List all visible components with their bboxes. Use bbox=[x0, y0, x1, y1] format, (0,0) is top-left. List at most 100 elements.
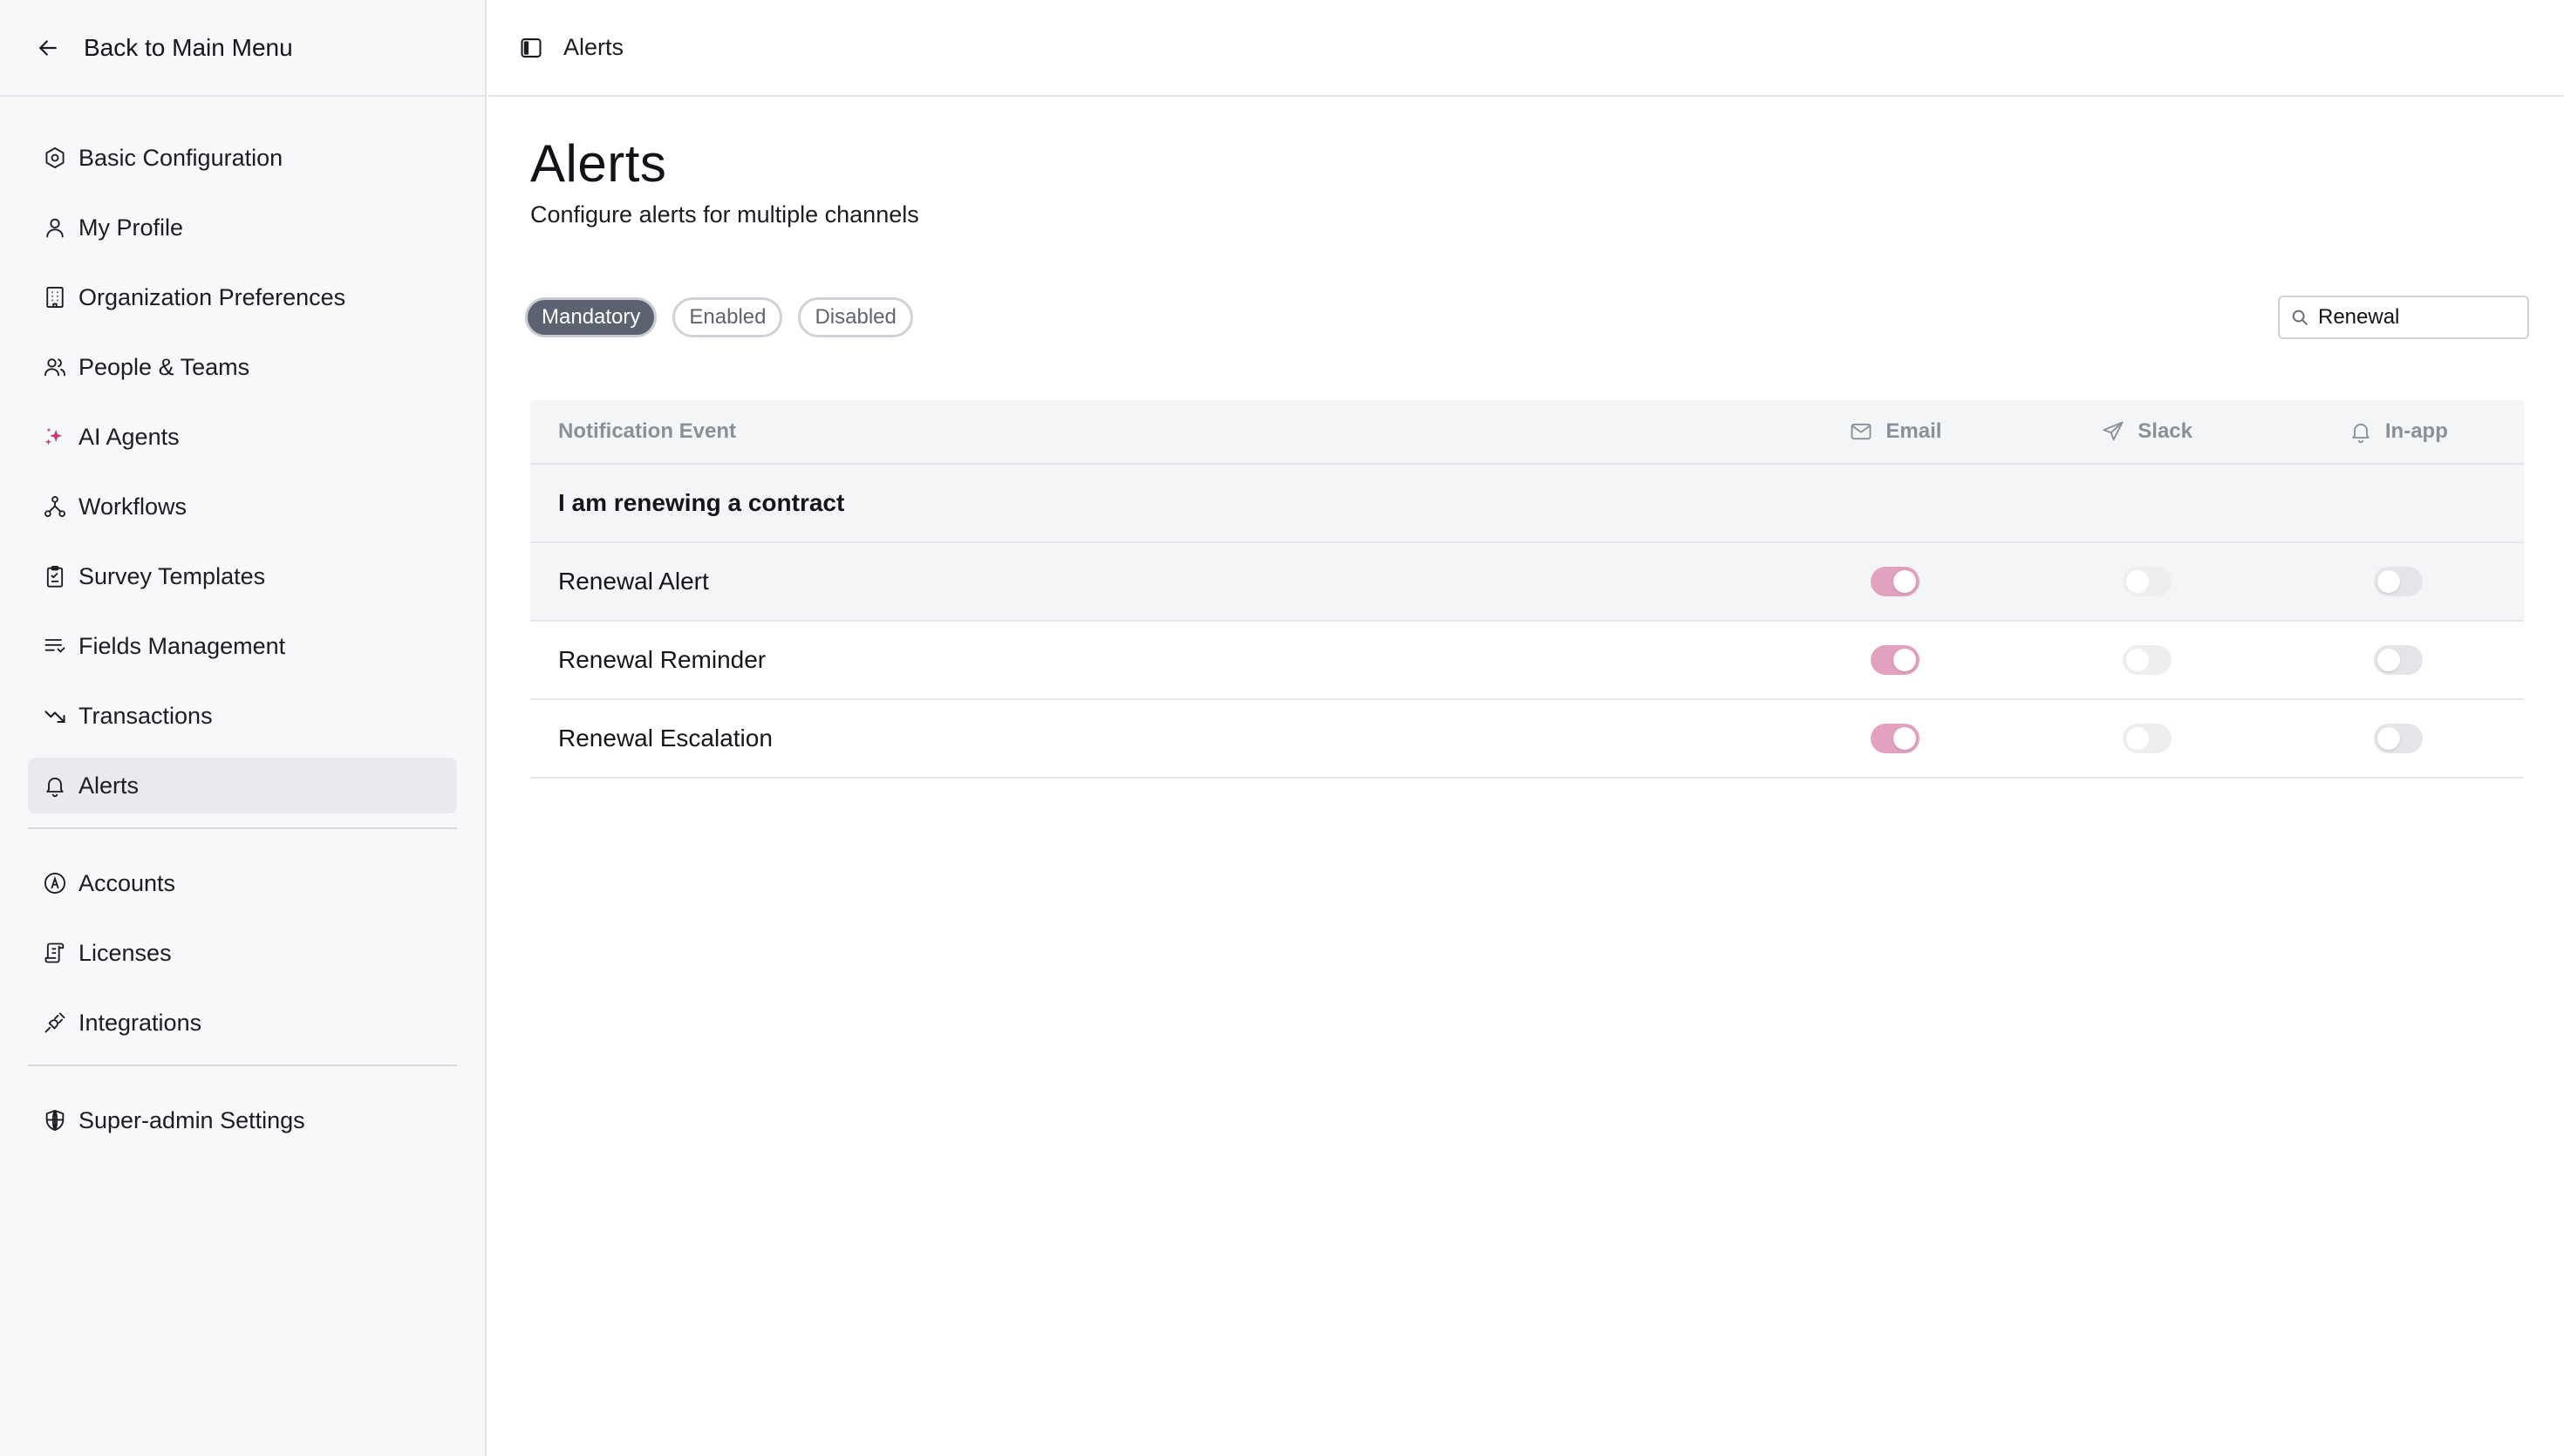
nav-group-admin: Super-admin Settings bbox=[28, 1066, 457, 1148]
sidebar: Back to Main Menu Basic Configuration My… bbox=[0, 0, 487, 1456]
toggle-knob bbox=[1893, 649, 1917, 671]
slack-toggle[interactable] bbox=[2122, 724, 2172, 753]
user-icon bbox=[42, 214, 68, 241]
sidebar-item-my-profile[interactable]: My Profile bbox=[28, 200, 457, 255]
toggle-knob bbox=[2376, 649, 2400, 671]
sidebar-item-organization-preferences[interactable]: Organization Preferences bbox=[28, 269, 457, 325]
column-header-slack: Slack bbox=[2022, 419, 2273, 444]
search-input[interactable] bbox=[2318, 305, 2527, 330]
sidebar-toggle-button[interactable] bbox=[516, 33, 546, 63]
table-row: Renewal Escalation bbox=[530, 700, 2524, 779]
filter-chip-disabled[interactable]: Disabled bbox=[798, 297, 913, 337]
sidebar-item-survey-templates[interactable]: Survey Templates bbox=[28, 548, 457, 604]
column-header-label: In-app bbox=[2384, 419, 2448, 443]
clipboard-icon bbox=[42, 563, 68, 589]
license-scroll-icon bbox=[42, 940, 68, 966]
toggle-knob bbox=[2376, 570, 2400, 593]
slack-cell bbox=[2022, 567, 2273, 596]
inapp-toggle[interactable] bbox=[2373, 567, 2423, 596]
circle-a-icon bbox=[42, 870, 68, 896]
email-cell bbox=[1770, 724, 2021, 753]
toggle-knob bbox=[2125, 649, 2149, 671]
event-name: Renewal Alert bbox=[558, 568, 709, 595]
column-header-event: Notification Event bbox=[558, 419, 737, 443]
bell-icon bbox=[42, 772, 68, 799]
users-icon bbox=[42, 354, 68, 380]
sidebar-item-label: People & Teams bbox=[78, 353, 250, 380]
sidebar-item-label: Survey Templates bbox=[78, 562, 266, 589]
sidebar-item-super-admin-settings[interactable]: Super-admin Settings bbox=[28, 1092, 457, 1148]
inapp-cell bbox=[2273, 567, 2524, 596]
email-cell bbox=[1770, 567, 2021, 596]
inapp-cell bbox=[2273, 724, 2524, 753]
sidebar-item-accounts[interactable]: Accounts bbox=[28, 855, 457, 911]
sidebar-item-label: AI Agents bbox=[78, 423, 180, 450]
toggle-knob bbox=[2125, 570, 2149, 593]
nav-group-account: Accounts Licenses Integrations bbox=[28, 829, 457, 1051]
sidebar-item-label: My Profile bbox=[78, 214, 184, 241]
building-icon bbox=[42, 284, 68, 310]
filter-chip-mandatory[interactable]: Mandatory bbox=[525, 297, 658, 337]
sidebar-item-label: Super-admin Settings bbox=[78, 1106, 305, 1133]
search-box bbox=[2278, 296, 2529, 339]
hexagon-settings-icon bbox=[42, 145, 68, 171]
page-title: Alerts bbox=[530, 134, 667, 193]
column-header-inapp: In-app bbox=[2273, 419, 2524, 444]
sidebar-item-ai-agents[interactable]: AI Agents bbox=[28, 409, 457, 465]
nav-group-main: Basic Configuration My Profile Organizat… bbox=[28, 97, 457, 813]
email-cell bbox=[1770, 645, 2021, 675]
search-icon bbox=[2290, 308, 2309, 327]
mail-icon bbox=[1849, 419, 1873, 444]
sidebar-item-alerts[interactable]: Alerts bbox=[28, 758, 457, 813]
column-header-email: Email bbox=[1770, 419, 2021, 444]
sidebar-item-label: Basic Configuration bbox=[78, 144, 283, 171]
sidebar-item-basic-configuration[interactable]: Basic Configuration bbox=[28, 130, 457, 186]
sidebar-item-licenses[interactable]: Licenses bbox=[28, 925, 457, 981]
trend-arrow-icon bbox=[42, 703, 68, 729]
email-toggle[interactable] bbox=[1871, 645, 1920, 675]
inapp-toggle[interactable] bbox=[2373, 645, 2423, 675]
sidebar-item-transactions[interactable]: Transactions bbox=[28, 688, 457, 744]
list-filter-icon bbox=[42, 633, 68, 659]
slack-toggle[interactable] bbox=[2122, 645, 2172, 675]
toggle-knob bbox=[1893, 727, 1917, 750]
column-header-label: Slack bbox=[2138, 419, 2192, 443]
panel-left-icon bbox=[521, 37, 542, 58]
main-content: Alerts Configure alerts for multiple cha… bbox=[488, 99, 2564, 1456]
inapp-cell bbox=[2273, 645, 2524, 675]
sidebar-item-fields-management[interactable]: Fields Management bbox=[28, 618, 457, 674]
send-icon bbox=[2101, 419, 2125, 444]
workflow-icon bbox=[42, 493, 68, 520]
email-toggle[interactable] bbox=[1871, 567, 1920, 596]
plug-icon bbox=[42, 1010, 68, 1036]
column-header-label: Email bbox=[1885, 419, 1942, 443]
table-header: Notification Event Email Slack In-app bbox=[530, 400, 2524, 465]
slack-cell bbox=[2022, 645, 2273, 675]
sidebar-item-label: Accounts bbox=[78, 869, 176, 896]
sidebar-item-label: Transactions bbox=[78, 702, 213, 729]
group-label: I am renewing a contract bbox=[558, 489, 845, 516]
sidebar-item-label: Licenses bbox=[78, 939, 172, 966]
sidebar-item-label: Organization Preferences bbox=[78, 283, 346, 310]
slack-toggle[interactable] bbox=[2122, 567, 2172, 596]
table-group-row: I am renewing a contract bbox=[530, 465, 2524, 543]
filter-chips: Mandatory Enabled Disabled bbox=[525, 297, 913, 337]
sidebar-item-integrations[interactable]: Integrations bbox=[28, 995, 457, 1051]
inapp-toggle[interactable] bbox=[2373, 724, 2423, 753]
toggle-knob bbox=[2376, 727, 2400, 750]
sidebar-item-workflows[interactable]: Workflows bbox=[28, 479, 457, 534]
toggle-knob bbox=[1893, 570, 1917, 593]
filter-chip-enabled[interactable]: Enabled bbox=[672, 297, 783, 337]
email-toggle[interactable] bbox=[1871, 724, 1920, 753]
event-name: Renewal Escalation bbox=[558, 725, 773, 752]
back-label: Back to Main Menu bbox=[84, 33, 293, 61]
sidebar-item-label: Alerts bbox=[78, 772, 140, 799]
alerts-table: Notification Event Email Slack In-app I … bbox=[530, 400, 2524, 779]
toggle-knob bbox=[2125, 727, 2149, 750]
sidebar-item-people-teams[interactable]: People & Teams bbox=[28, 339, 457, 395]
table-row: Renewal Alert bbox=[530, 543, 2524, 622]
page-subtitle: Configure alerts for multiple channels bbox=[530, 201, 919, 228]
back-to-main-menu-button[interactable]: Back to Main Menu bbox=[0, 0, 485, 97]
settings-nav: Basic Configuration My Profile Organizat… bbox=[0, 97, 485, 1148]
shield-globe-icon bbox=[42, 1107, 68, 1133]
